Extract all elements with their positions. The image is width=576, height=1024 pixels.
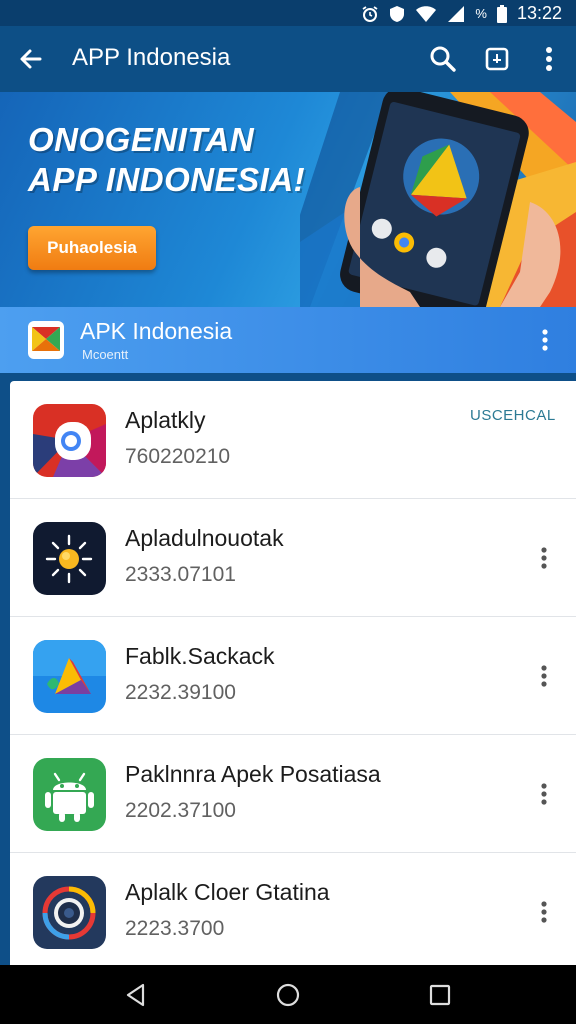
android-icon (33, 758, 106, 831)
app-name: Aplalk Cloer Gtatina (125, 879, 330, 905)
banner-button[interactable]: Puhaolesia (28, 226, 156, 270)
page-title: APP Indonesia (72, 44, 231, 71)
apk-indonesia-logo-icon (28, 321, 64, 359)
row-action-button[interactable]: USCEHCAL (470, 407, 556, 424)
source-header[interactable]: APK Indonesia Mcoentt (0, 307, 576, 373)
source-name: APK Indonesia (80, 318, 233, 344)
nav-back-button[interactable] (120, 979, 152, 1011)
app-meta: 2333.07101 (125, 563, 236, 586)
search-button[interactable] (426, 42, 460, 76)
app-name: Aplatkly (125, 407, 206, 433)
wifi-icon (415, 5, 437, 23)
nav-home-button[interactable] (272, 979, 304, 1011)
more-vert-icon (541, 665, 547, 687)
more-vert-icon (541, 783, 547, 805)
list-item[interactable]: Paklnnra Apek Posatiasa 2202.37100 (10, 735, 576, 853)
more-vert-icon (542, 329, 548, 351)
ring-icon (33, 876, 106, 949)
source-subtitle: Mcoentt (82, 347, 129, 362)
downloads-button[interactable] (480, 42, 514, 76)
battery-percent: % (475, 6, 487, 21)
overflow-menu-button[interactable] (532, 42, 566, 76)
more-vert-icon (541, 901, 547, 923)
row-menu-button[interactable] (528, 775, 560, 813)
list-item[interactable]: Apladulnouotak 2333.07101 (10, 499, 576, 617)
app-meta: 2202.37100 (125, 799, 236, 822)
app-name: Apladulnouotak (125, 525, 284, 551)
chrome-like-icon (33, 404, 106, 477)
banner-title: ONOGENITAN APP INDONESIA! (28, 121, 306, 198)
status-bar: % 13:22 (0, 0, 576, 26)
app-meta: 2223.3700 (125, 917, 225, 940)
search-icon (430, 46, 456, 72)
nav-recents-icon (429, 984, 451, 1006)
more-vert-icon (546, 47, 552, 71)
nav-home-icon (276, 983, 300, 1007)
shield-icon (389, 5, 405, 23)
app-meta: 760220210 (125, 445, 231, 468)
sun-icon (33, 522, 106, 595)
row-menu-button[interactable] (528, 893, 560, 931)
app-meta: 2232.39100 (125, 681, 236, 704)
alarm-icon (361, 5, 379, 23)
box-icon (485, 47, 509, 71)
app-name: Paklnnra Apek Posatiasa (125, 761, 381, 787)
list-item[interactable]: Fablk.Sackack 2232.39100 (10, 617, 576, 735)
source-menu-button[interactable] (530, 323, 560, 357)
app-list: Aplatkly 760220210 USCEHCAL Apladulnouot… (10, 381, 576, 965)
app-bar: APP Indonesia (0, 26, 576, 92)
back-arrow-icon (20, 49, 42, 69)
nav-back-icon (126, 983, 145, 1007)
promo-banner[interactable]: ONOGENITAN APP INDONESIA! Puhaolesia (0, 92, 576, 307)
back-button[interactable] (14, 42, 48, 76)
app-name: Fablk.Sackack (125, 643, 275, 669)
more-vert-icon (541, 547, 547, 569)
clock: 13:22 (516, 3, 562, 23)
system-nav-bar (0, 965, 576, 1024)
nav-recents-button[interactable] (424, 979, 456, 1011)
row-menu-button[interactable] (528, 657, 560, 695)
drive-like-icon (33, 640, 106, 713)
row-menu-button[interactable] (528, 539, 560, 577)
signal-icon (447, 5, 465, 23)
list-item[interactable]: Aplalk Cloer Gtatina 2223.3700 (10, 853, 576, 965)
phone-illustration (300, 92, 576, 307)
list-item[interactable]: Aplatkly 760220210 USCEHCAL (10, 381, 576, 499)
battery-icon (496, 4, 507, 23)
